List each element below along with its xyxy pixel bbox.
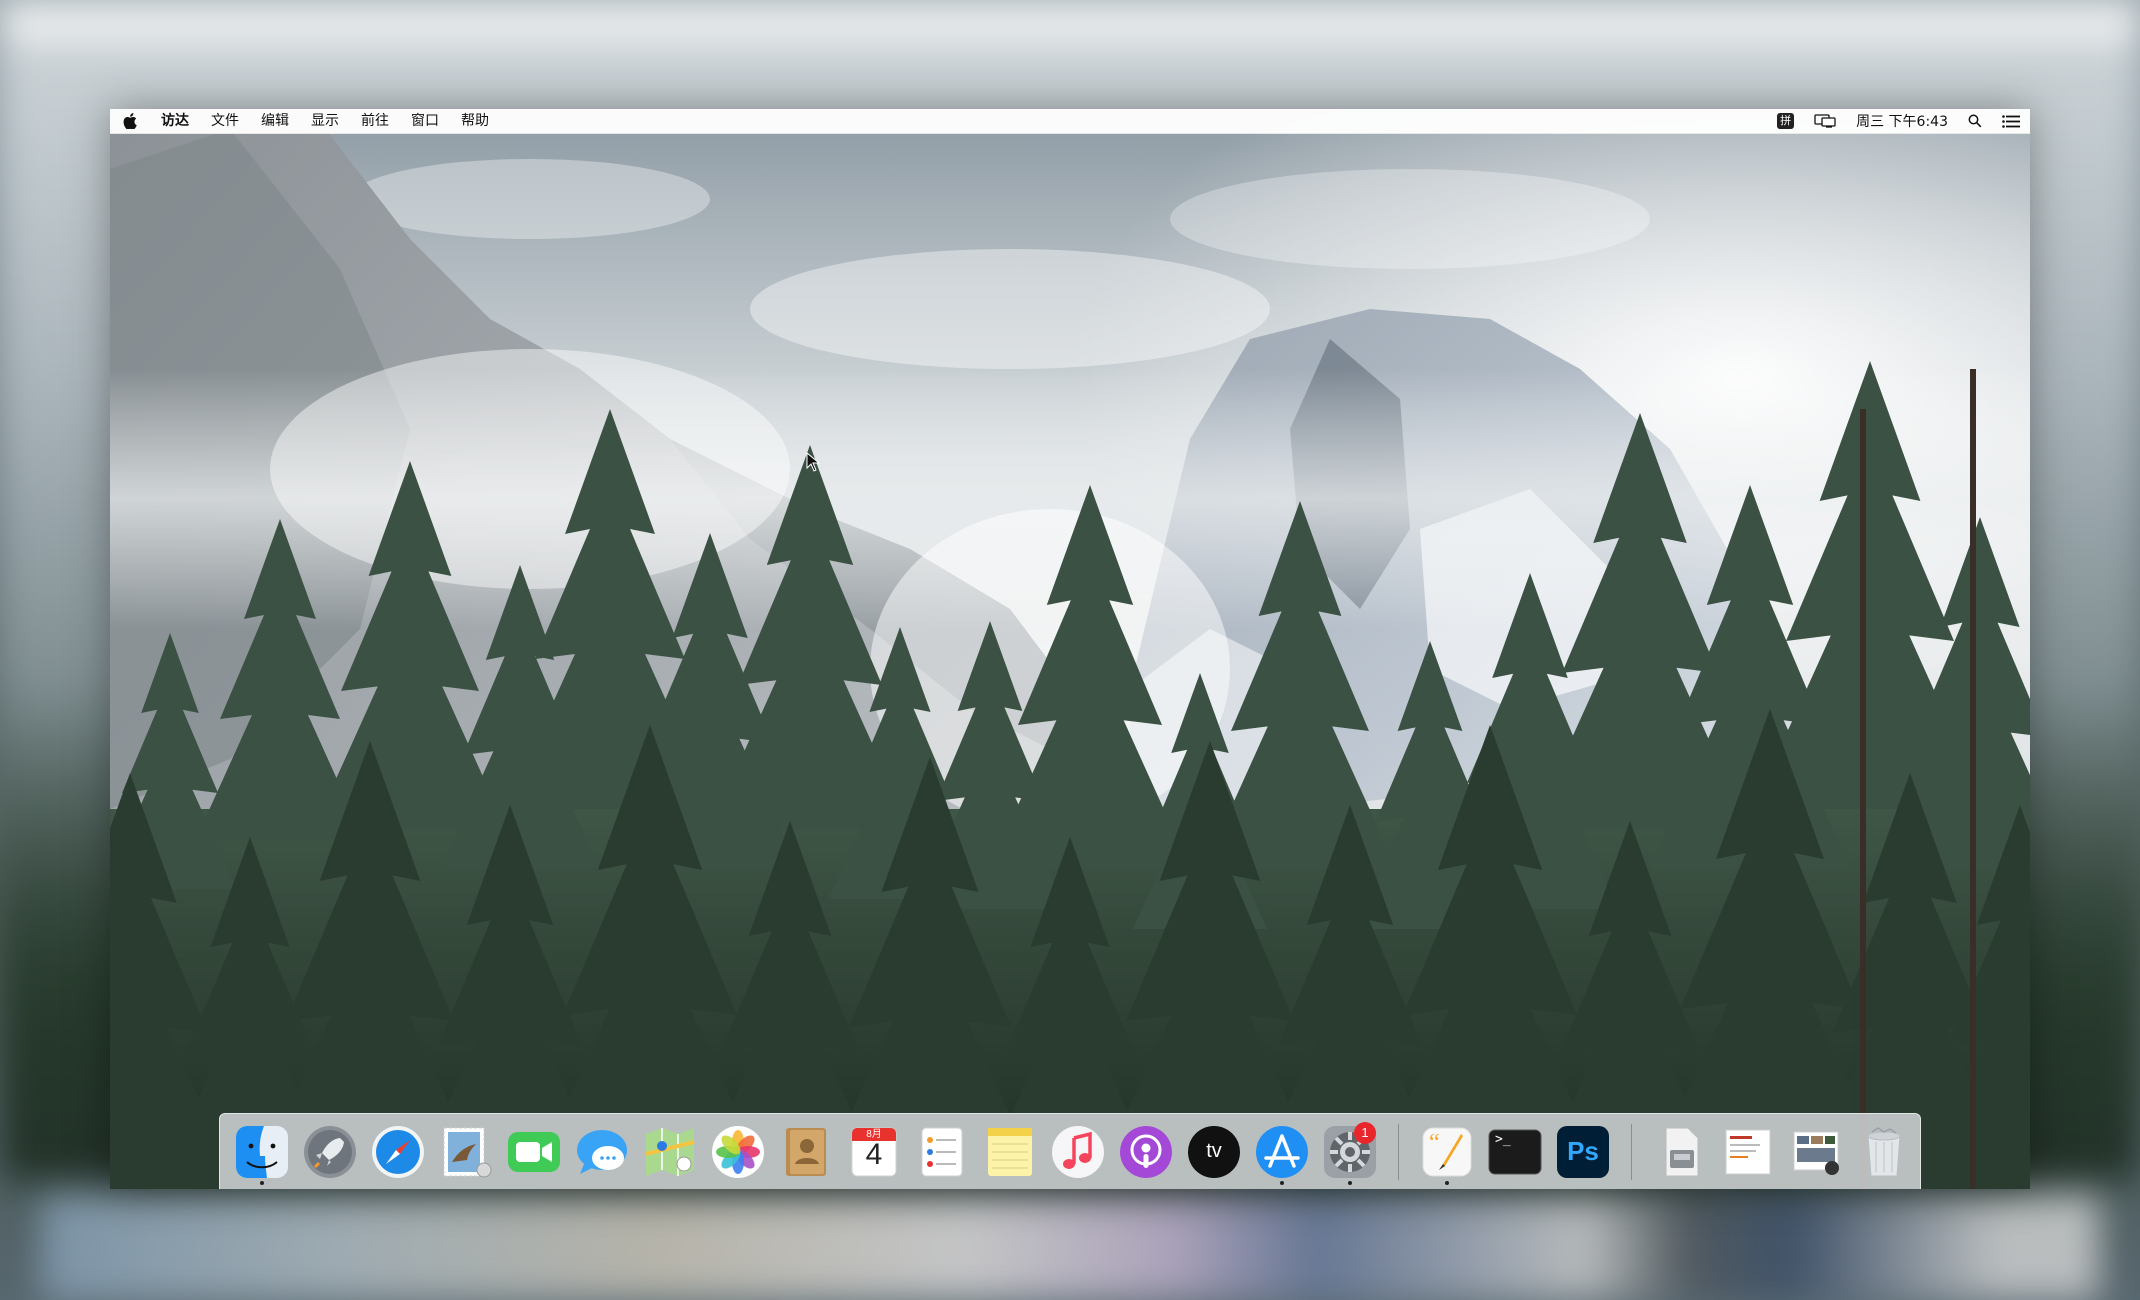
stamp-eagle-icon: [443, 1127, 492, 1177]
photoshop-label: Ps: [1567, 1136, 1599, 1166]
terminal-prompt: >_: [1495, 1131, 1511, 1147]
podcast-icon: [1120, 1125, 1172, 1178]
spotlight-button[interactable]: [1958, 109, 1992, 133]
dock-item-music[interactable]: [1044, 1118, 1112, 1186]
menu-app-name[interactable]: 访达: [150, 109, 200, 133]
checklist-icon: [921, 1127, 963, 1176]
dock-item-launchpad[interactable]: [296, 1118, 364, 1186]
dock: 8月 4 tv 1 “ >_ Ps: [219, 1113, 1921, 1189]
running-indicator: [1280, 1180, 1284, 1185]
dock-separator: [1631, 1123, 1632, 1180]
running-indicator: [260, 1180, 264, 1185]
trash-icon: [1867, 1126, 1901, 1176]
pen-document-icon: “: [1422, 1127, 1472, 1176]
menu-edit[interactable]: 编辑: [250, 109, 300, 133]
map-icon: [645, 1127, 695, 1176]
flower-icon: [712, 1125, 764, 1178]
dock-item-calendar[interactable]: 8月 4: [840, 1118, 908, 1186]
dock-item-finder[interactable]: [228, 1118, 296, 1186]
rocket-icon: [304, 1125, 356, 1178]
notification-badge: 1: [1354, 1121, 1376, 1144]
dock-item-messages[interactable]: [568, 1118, 636, 1186]
dock-item-notes[interactable]: [976, 1118, 1044, 1186]
screen-mirroring-menu[interactable]: [1804, 109, 1846, 133]
disk-image-icon: [1665, 1127, 1699, 1176]
dock-item-safari[interactable]: [364, 1118, 432, 1186]
dock-item-maps[interactable]: [636, 1118, 704, 1186]
dock-item-app-store[interactable]: [1248, 1118, 1316, 1186]
finder-icon: [236, 1125, 288, 1178]
dock-item-trash[interactable]: [1850, 1118, 1918, 1186]
desktop-wallpaper: [110, 109, 2030, 1189]
menu-bar: 访达 文件 编辑 显示 前往 窗口 帮助 拼 周三 下午6:43: [110, 109, 2030, 134]
list-icon: [2002, 114, 2020, 128]
dock-item-reminders[interactable]: [908, 1118, 976, 1186]
tv-label: tv: [1206, 1140, 1222, 1162]
running-indicator: [1348, 1180, 1352, 1185]
app-store-icon: [1256, 1125, 1308, 1178]
menu-help[interactable]: 帮助: [450, 109, 500, 133]
clock[interactable]: 周三 下午6:43: [1846, 109, 1958, 133]
dock-item-document-stack[interactable]: [1714, 1118, 1782, 1186]
dock-item-photoshop[interactable]: Ps: [1549, 1118, 1617, 1186]
dock-item-photos[interactable]: [704, 1118, 772, 1186]
menu-go[interactable]: 前往: [350, 109, 400, 133]
menu-file[interactable]: 文件: [200, 109, 250, 133]
address-book-icon: [786, 1127, 826, 1176]
document-thumbnail-icon: [1725, 1129, 1771, 1174]
dock-item-screenshot-stack[interactable]: [1782, 1118, 1850, 1186]
svg-text:“: “: [1429, 1130, 1440, 1156]
music-note-icon: [1052, 1125, 1104, 1178]
dock-item-pages[interactable]: “: [1413, 1118, 1481, 1186]
input-method-badge: 拼: [1777, 113, 1795, 129]
compass-icon: [372, 1125, 424, 1178]
video-camera-icon: [508, 1131, 560, 1172]
search-icon: [1968, 114, 1982, 128]
desktop-screen: 访达 文件 编辑 显示 前往 窗口 帮助 拼 周三 下午6:43 8月 4 tv…: [110, 109, 2030, 1189]
mouse-pointer-icon: [806, 452, 820, 472]
dock-item-tv[interactable]: tv: [1180, 1118, 1248, 1186]
calendar-day: 4: [865, 1137, 883, 1171]
dock-item-downloads-stack[interactable]: [1646, 1118, 1714, 1186]
running-indicator: [1445, 1180, 1449, 1185]
dock-item-system-preferences[interactable]: 1: [1316, 1118, 1384, 1186]
dock-item-terminal[interactable]: >_: [1481, 1118, 1549, 1186]
apple-logo-icon: [123, 113, 137, 129]
apple-menu[interactable]: [110, 113, 150, 129]
menu-window[interactable]: 窗口: [400, 109, 450, 133]
dock-item-contacts[interactable]: [772, 1118, 840, 1186]
display-mirroring-icon: [1814, 114, 1836, 128]
notepad-icon: [988, 1127, 1032, 1176]
dock-separator: [1398, 1123, 1399, 1180]
notification-center-button[interactable]: [1992, 109, 2030, 133]
speech-bubble-icon: [577, 1129, 627, 1174]
dock-item-podcasts[interactable]: [1112, 1118, 1180, 1186]
screenshot-thumbnail-icon: [1793, 1131, 1839, 1175]
input-method-menu[interactable]: 拼: [1767, 109, 1804, 133]
dock-item-mail[interactable]: [432, 1118, 500, 1186]
dock-item-facetime[interactable]: [500, 1118, 568, 1186]
menu-view[interactable]: 显示: [300, 109, 350, 133]
